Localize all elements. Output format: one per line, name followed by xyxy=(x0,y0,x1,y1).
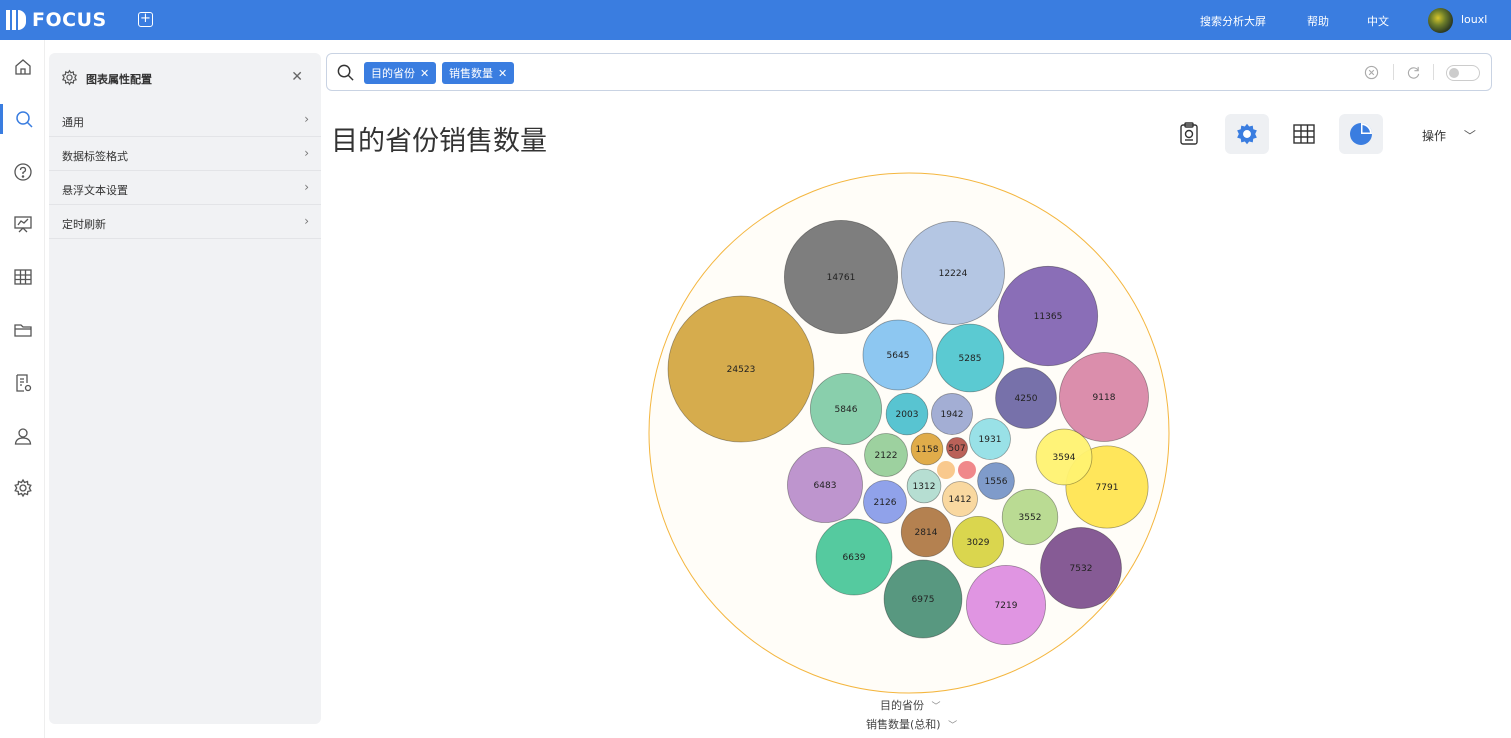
divider xyxy=(1393,64,1394,80)
bubble-label: 2122 xyxy=(875,451,898,461)
clipboard-icon[interactable] xyxy=(1167,114,1211,154)
chip-label: 销售数量 xyxy=(449,67,493,80)
bubble-label: 5645 xyxy=(887,351,910,361)
clear-icon[interactable] xyxy=(1364,65,1379,84)
close-icon[interactable]: ✕ xyxy=(498,67,507,80)
panel-row-label: 悬浮文本设置 xyxy=(62,184,128,197)
chip-label: 目的省份 xyxy=(371,67,415,80)
panel-row-label: 数据标签格式 xyxy=(62,150,128,163)
bubble-label: 3552 xyxy=(1019,513,1042,523)
home-icon[interactable] xyxy=(0,52,45,82)
table-view-icon[interactable] xyxy=(1282,114,1326,154)
table-icon[interactable] xyxy=(0,262,45,292)
user-icon[interactable] xyxy=(0,421,45,451)
panel-row-timed-refresh[interactable]: 定时刷新 › xyxy=(49,205,321,239)
bubble-label: 1556 xyxy=(985,477,1008,487)
bubble-label: 11365 xyxy=(1034,312,1063,322)
language-link[interactable]: 中文 xyxy=(1367,13,1389,29)
logo-text: FOCUS xyxy=(32,9,107,31)
user-name[interactable]: louxl xyxy=(1461,13,1487,26)
bubble-label: 1312 xyxy=(913,482,936,492)
close-icon[interactable]: ✕ xyxy=(420,67,429,80)
nav-rail xyxy=(0,40,45,738)
panel-row-data-label-format[interactable]: 数据标签格式 › xyxy=(49,137,321,171)
chevron-down-icon: ﹀ xyxy=(1463,129,1476,143)
panel-row-hover-text[interactable]: 悬浮文本设置 › xyxy=(49,171,321,205)
dashboard-link[interactable]: 搜索分析大屏 xyxy=(1200,13,1266,29)
close-icon[interactable]: ✕ xyxy=(291,69,303,85)
bubble-label: 6975 xyxy=(912,595,935,605)
bubble[interactable] xyxy=(937,461,955,479)
bubble-label: 507 xyxy=(948,444,965,454)
chevron-right-icon: › xyxy=(304,146,309,160)
bubble-label: 9118 xyxy=(1093,393,1116,403)
chevron-right-icon: › xyxy=(304,112,309,126)
search-icon xyxy=(336,63,355,86)
bubble-label: 7791 xyxy=(1096,483,1119,493)
bubble-label: 5285 xyxy=(959,354,982,364)
bubble-label: 7532 xyxy=(1070,564,1093,574)
value-field-selector[interactable]: 销售数量(总和) ﹀ xyxy=(866,716,957,732)
bubble-label: 6483 xyxy=(814,481,837,491)
bubble-label: 2003 xyxy=(896,410,919,420)
folder-icon[interactable] xyxy=(0,315,45,345)
chevron-right-icon: › xyxy=(304,214,309,228)
refresh-icon[interactable] xyxy=(1406,65,1421,84)
gear-icon[interactable] xyxy=(1225,114,1269,154)
bubble-label: 24523 xyxy=(727,365,756,375)
help-link[interactable]: 帮助 xyxy=(1307,13,1329,29)
bubble-label: 12224 xyxy=(939,269,968,279)
settings-icon[interactable] xyxy=(0,473,45,503)
bubble-label: 3029 xyxy=(967,538,990,548)
app-logo[interactable]: FOCUS xyxy=(6,8,107,32)
divider xyxy=(1433,64,1434,80)
panel-row-label: 定时刷新 xyxy=(62,218,106,231)
operations-menu[interactable]: 操作 ﹀ xyxy=(1422,127,1476,144)
top-bar: FOCUS + 搜索分析大屏 帮助 中文 louxl xyxy=(0,0,1511,40)
new-tab-button[interactable]: + xyxy=(138,12,153,27)
dashboard-icon[interactable] xyxy=(0,209,45,239)
bubble-label: 6639 xyxy=(843,553,866,563)
chart-title: 目的省份销售数量 xyxy=(331,126,547,157)
pie-chart-icon[interactable] xyxy=(1339,114,1383,154)
toggle-switch[interactable] xyxy=(1446,65,1480,81)
bubble-label: 2126 xyxy=(874,498,897,508)
logo-icon xyxy=(6,9,28,31)
report-settings-icon[interactable] xyxy=(0,368,45,398)
bubble-label: 7219 xyxy=(995,601,1018,611)
group-field-selector[interactable]: 目的省份 ﹀ xyxy=(880,697,941,713)
bubble-label: 1412 xyxy=(949,495,972,505)
panel-row-label: 通用 xyxy=(62,116,84,129)
chevron-down-icon: ﹀ xyxy=(931,702,941,712)
bubble-label: 2814 xyxy=(915,528,938,538)
chart-settings-panel: 图表属性配置 ✕ 通用 › 数据标签格式 › 悬浮文本设置 › 定时刷新 › xyxy=(49,53,321,724)
bubble-label: 5846 xyxy=(835,405,858,415)
help-icon[interactable] xyxy=(0,157,45,187)
chevron-down-icon: ﹀ xyxy=(948,721,958,731)
panel-header: 图表属性配置 ✕ xyxy=(49,53,321,103)
panel-title: 图表属性配置 xyxy=(86,73,152,86)
bubble-label: 4250 xyxy=(1015,394,1038,404)
bubble-label: 14761 xyxy=(827,273,856,283)
ops-label: 操作 xyxy=(1422,129,1447,143)
bubble-label: 1931 xyxy=(979,435,1002,445)
search-chip[interactable]: 目的省份 ✕ xyxy=(364,62,437,84)
settings-gear-icon xyxy=(61,69,78,90)
chevron-right-icon: › xyxy=(304,180,309,194)
panel-row-general[interactable]: 通用 › xyxy=(49,103,321,137)
packed-bubble-chart: 24523 14761 12224 11365 9118 7791 7532 7219 6975… xyxy=(648,172,1170,694)
search-chip[interactable]: 销售数量 ✕ xyxy=(442,62,515,84)
bubble-label: 1942 xyxy=(941,410,964,420)
bubble[interactable] xyxy=(958,461,976,479)
group-field-label: 目的省份 xyxy=(880,699,924,712)
value-field-label: 销售数量(总和) xyxy=(866,718,941,731)
avatar[interactable] xyxy=(1428,8,1453,33)
bubble-label: 1158 xyxy=(916,445,939,455)
search-bar[interactable]: 目的省份 ✕ 销售数量 ✕ xyxy=(326,53,1492,91)
bubble-label: 3594 xyxy=(1053,453,1076,463)
search-icon[interactable] xyxy=(0,104,45,134)
